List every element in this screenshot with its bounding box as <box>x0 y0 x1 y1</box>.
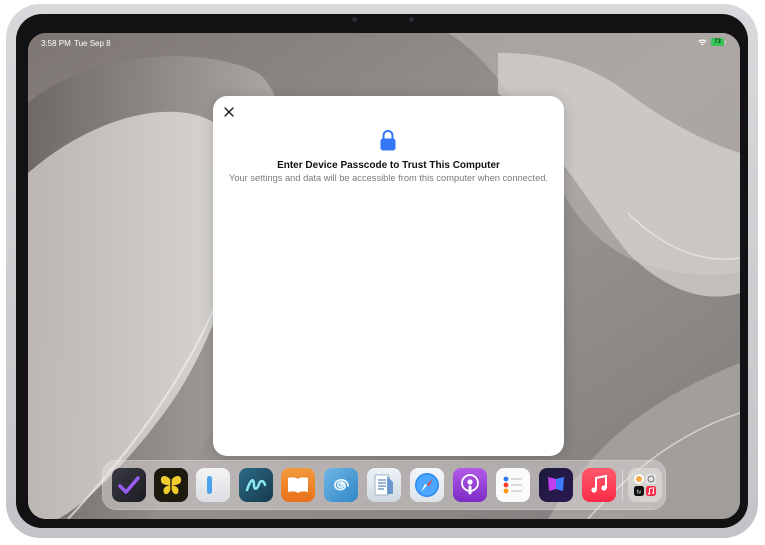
status-date: Tue Sep 8 <box>74 39 111 48</box>
reminders-app-icon[interactable] <box>496 468 530 502</box>
shell-app-icon[interactable] <box>324 468 358 502</box>
safari-app-icon[interactable] <box>410 468 444 502</box>
notes-document-app-icon[interactable] <box>367 468 401 502</box>
books-app-icon[interactable] <box>281 468 315 502</box>
omnifocus-app-icon[interactable] <box>112 468 146 502</box>
trust-computer-dialog: Enter Device Passcode to Trust This Comp… <box>213 96 564 456</box>
lock-icon <box>380 130 396 151</box>
front-camera <box>352 17 357 22</box>
dock-separator <box>622 470 623 500</box>
dock: tv <box>102 460 666 510</box>
sensor <box>409 17 414 22</box>
dialog-subtitle: Your settings and data will be accessibl… <box>228 173 549 183</box>
home-screen: 3:58 PM Tue Sep 8 73 Enter Device Passco… <box>28 33 740 519</box>
dialog-title: Enter Device Passcode to Trust This Comp… <box>277 160 500 171</box>
ipad-frame: 3:58 PM Tue Sep 8 73 Enter Device Passco… <box>6 4 758 538</box>
close-icon <box>224 107 234 117</box>
status-bar: 3:58 PM Tue Sep 8 73 <box>28 37 740 51</box>
tv-app-label: tv <box>637 490 642 496</box>
craft-butterfly-app-icon[interactable] <box>539 468 573 502</box>
app-library-icon[interactable]: tv <box>628 468 662 502</box>
tes-butterfly-app-icon[interactable] <box>154 468 188 502</box>
wifi-icon <box>698 38 707 45</box>
battery-icon: 73 <box>711 38 724 46</box>
freeform-app-icon[interactable] <box>239 468 273 502</box>
podcasts-app-icon[interactable] <box>453 468 487 502</box>
close-button[interactable] <box>218 101 240 123</box>
sidebar-app-icon[interactable] <box>196 468 230 502</box>
battery-tip <box>725 40 726 44</box>
status-time: 3:58 PM <box>41 39 71 48</box>
music-app-icon[interactable] <box>582 468 616 502</box>
